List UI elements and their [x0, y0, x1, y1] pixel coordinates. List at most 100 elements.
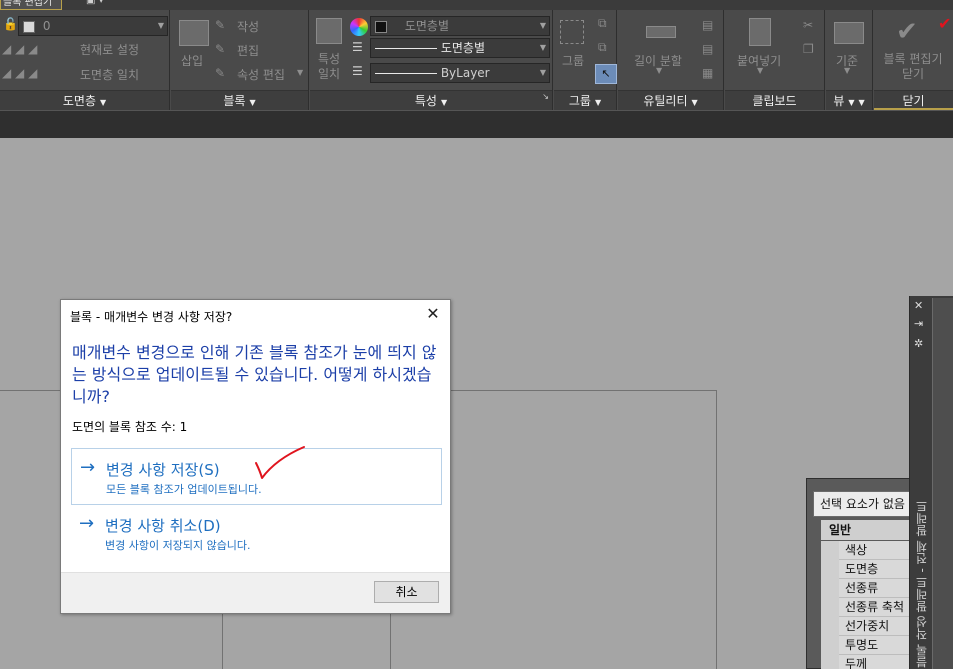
arrow-right-icon: → — [79, 513, 95, 534]
match-properties-icon[interactable] — [316, 18, 342, 44]
chevron-down-icon[interactable]: ▼ — [757, 66, 763, 75]
property-row[interactable]: 두께 — [839, 655, 917, 669]
command-bar — [0, 110, 953, 138]
palette-strip[interactable] — [932, 298, 953, 669]
measure-icon[interactable] — [646, 26, 676, 38]
color-swatch — [375, 20, 387, 33]
edit-block-button[interactable]: 편집 — [237, 42, 259, 59]
option-subtitle: 변경 사항이 저장되지 않습니다. — [105, 539, 251, 552]
create-block-button[interactable]: 작성 — [237, 18, 259, 35]
layer-dropdown[interactable]: 0 ▼ — [18, 16, 168, 36]
edit-attribute-icon[interactable]: ✎ — [215, 66, 225, 80]
match-layer-button[interactable]: 도면층 일치 — [80, 66, 139, 83]
option-title: 변경 사항 취소(D) — [105, 517, 221, 535]
chevron-down-icon: ▼ — [157, 21, 164, 30]
close-panel-title[interactable]: 닫기 — [874, 90, 953, 110]
close-panel: ✔ ✔ 블록 편집기 닫기 닫기 — [874, 10, 953, 110]
calculator-icon[interactable]: ▦ — [702, 66, 713, 80]
close-icon[interactable]: ✕ — [424, 304, 442, 324]
drawing-line — [716, 390, 717, 669]
chevron-down-icon: ▼ — [539, 21, 546, 30]
copy-icon[interactable]: ❐ — [803, 42, 814, 56]
lineweight-dropdown[interactable]: ByLayer ▼ — [370, 63, 550, 83]
view-panel-title[interactable]: 뷰 ▼ ▼ — [826, 90, 872, 110]
clipboard-panel-title[interactable]: 클립보드 — [725, 90, 824, 110]
discard-changes-option[interactable]: → 변경 사항 취소(D) 변경 사항이 저장되지 않습니다. — [71, 505, 442, 562]
close-icon[interactable]: ✕ — [914, 300, 923, 312]
property-row[interactable]: 투명도 — [839, 636, 917, 655]
clipboard-panel: 붙여넣기 ▼ ✂ ❐ 클립보드 — [725, 10, 825, 110]
properties-palette: 선택 요소가 없음 일반 색상 도면층 선종류 선종류 축척 선가중치 투명도 … — [806, 478, 917, 669]
paste-icon[interactable] — [749, 18, 771, 46]
dialog-message: 매개변수 변경으로 인해 기존 블록 참조가 눈에 띄지 않는 방식으로 업데이… — [72, 343, 437, 406]
tab-block-editor[interactable]: 블록 편집기 — [0, 0, 62, 10]
match-properties-button[interactable]: 특성 일치 — [318, 52, 346, 82]
insert-button[interactable]: 삽입 — [181, 52, 203, 69]
linetype-dropdown[interactable]: 도면층별 ▼ — [370, 38, 550, 58]
base-point-icon[interactable] — [834, 22, 864, 44]
color-dropdown[interactable]: 도면층별 ▼ — [370, 16, 550, 36]
utility-icon[interactable]: ▤ — [702, 18, 713, 32]
linetype-icon[interactable]: ☰ — [352, 40, 363, 54]
lock-icon[interactable]: 🔓 — [3, 17, 18, 31]
chevron-down-icon[interactable]: ▼ — [297, 68, 303, 77]
selection-dropdown[interactable]: 선택 요소가 없음 — [813, 491, 917, 517]
chevron-down-icon[interactable]: ▼ — [656, 66, 662, 75]
view-panel: 기준 ▼ 뷰 ▼ ▼ — [826, 10, 873, 110]
utilities-panel: 길이 분할 ▼ ▤ ▤ ▦ 유틸리티 ▼ — [618, 10, 724, 110]
category-general[interactable]: 일반 — [821, 520, 917, 540]
tool-palette-sidebar: ✕ ⇥ ✲ 블록 작성 팔레트 - 전체 팔레트 — [909, 296, 953, 669]
option-subtitle: 모든 블록 참조가 업데이트됩니다. — [106, 483, 262, 496]
properties-panel: 특성 일치 ☰ ☰ 도면층별 ▼ 도면층별 ▼ ByLayer ▼ 특성 ▼ ↘ — [310, 10, 553, 110]
ribbon-tabstrip: 블록 편집기 ▣ ▾ — [0, 0, 953, 10]
set-current-button[interactable]: 현재로 설정 — [80, 41, 139, 58]
property-row[interactable]: 선종류 축척 — [839, 598, 917, 617]
layer-tool-icon[interactable]: ◢ ◢ ◢ — [2, 42, 37, 56]
edit-block-icon[interactable]: ✎ — [215, 42, 225, 56]
group-panel-title[interactable]: 그룹 ▼ — [554, 90, 616, 110]
arrow-right-icon: → — [80, 457, 96, 478]
edit-attribute-button[interactable]: 속성 편집 — [237, 66, 285, 83]
drawing-line — [222, 612, 223, 669]
group-icon[interactable] — [560, 20, 584, 44]
group-edit-icon[interactable]: ⧉ — [598, 40, 607, 54]
insert-icon[interactable] — [179, 20, 209, 46]
layer-tool-icon[interactable]: ◢ ◢ ◢ — [2, 66, 37, 80]
ribbon: 블록 편집기 ▣ ▾ 🔓 0 ▼ ◢ ◢ ◢ 현재로 설정 ◢ ◢ ◢ 도면층 … — [0, 0, 953, 110]
property-row[interactable]: 도면층 — [839, 560, 917, 579]
block-reference-count: 도면의 블록 참조 수: 1 — [72, 420, 188, 434]
ungroup-icon[interactable]: ⧉ — [598, 16, 607, 30]
cancel-button[interactable]: 취소 — [374, 581, 439, 603]
chevron-down-icon: ▼ — [539, 68, 546, 77]
utilities-panel-title[interactable]: 유틸리티 ▼ — [618, 90, 723, 110]
dialog-title: 블록 - 매개변수 변경 사항 저장? — [70, 310, 233, 324]
palette-side-tab[interactable]: 블록 작성 팔레트 - 전체 팔레트 — [913, 501, 929, 668]
checkmark-icon[interactable]: ✔ — [896, 18, 918, 46]
chevron-down-icon[interactable]: ▼ — [844, 66, 850, 75]
dialog-footer: 취소 — [61, 572, 450, 613]
layer-color-swatch — [23, 20, 35, 33]
group-panel: 그룹 ⧉ ⧉ ↖ 그룹 ▼ — [554, 10, 617, 110]
properties-panel-title[interactable]: 특성 ▼ ↘ — [310, 90, 552, 110]
utility-icon[interactable]: ▤ — [702, 42, 713, 56]
dialog-launcher-icon[interactable]: ↘ — [542, 87, 549, 107]
block-panel-title[interactable]: 블록 ▼ — [171, 90, 308, 110]
option-title: 변경 사항 저장(S) — [106, 461, 220, 479]
lineweight-icon[interactable]: ☰ — [352, 64, 363, 78]
group-select-icon[interactable]: ↖ — [595, 64, 617, 84]
handwritten-check-mark — [255, 446, 305, 479]
settings-icon[interactable]: ✲ — [914, 338, 923, 350]
close-block-editor-button[interactable]: 블록 편집기 닫기 — [878, 52, 948, 82]
color-wheel-icon[interactable] — [350, 18, 368, 36]
drawing-line — [390, 612, 391, 669]
property-row[interactable]: 선종류 — [839, 579, 917, 598]
property-row[interactable]: 색상 — [839, 541, 917, 560]
autohide-icon[interactable]: ⇥ — [914, 318, 923, 330]
layers-panel-title[interactable]: 도면층 ▼ — [0, 90, 169, 110]
red-check-icon: ✔ — [938, 14, 952, 33]
property-row[interactable]: 선가중치 — [839, 617, 917, 636]
create-block-icon[interactable]: ✎ — [215, 18, 225, 32]
group-button[interactable]: 그룹 — [562, 52, 584, 69]
cut-icon[interactable]: ✂ — [803, 18, 813, 32]
quick-access-icon[interactable]: ▣ ▾ — [86, 0, 112, 8]
